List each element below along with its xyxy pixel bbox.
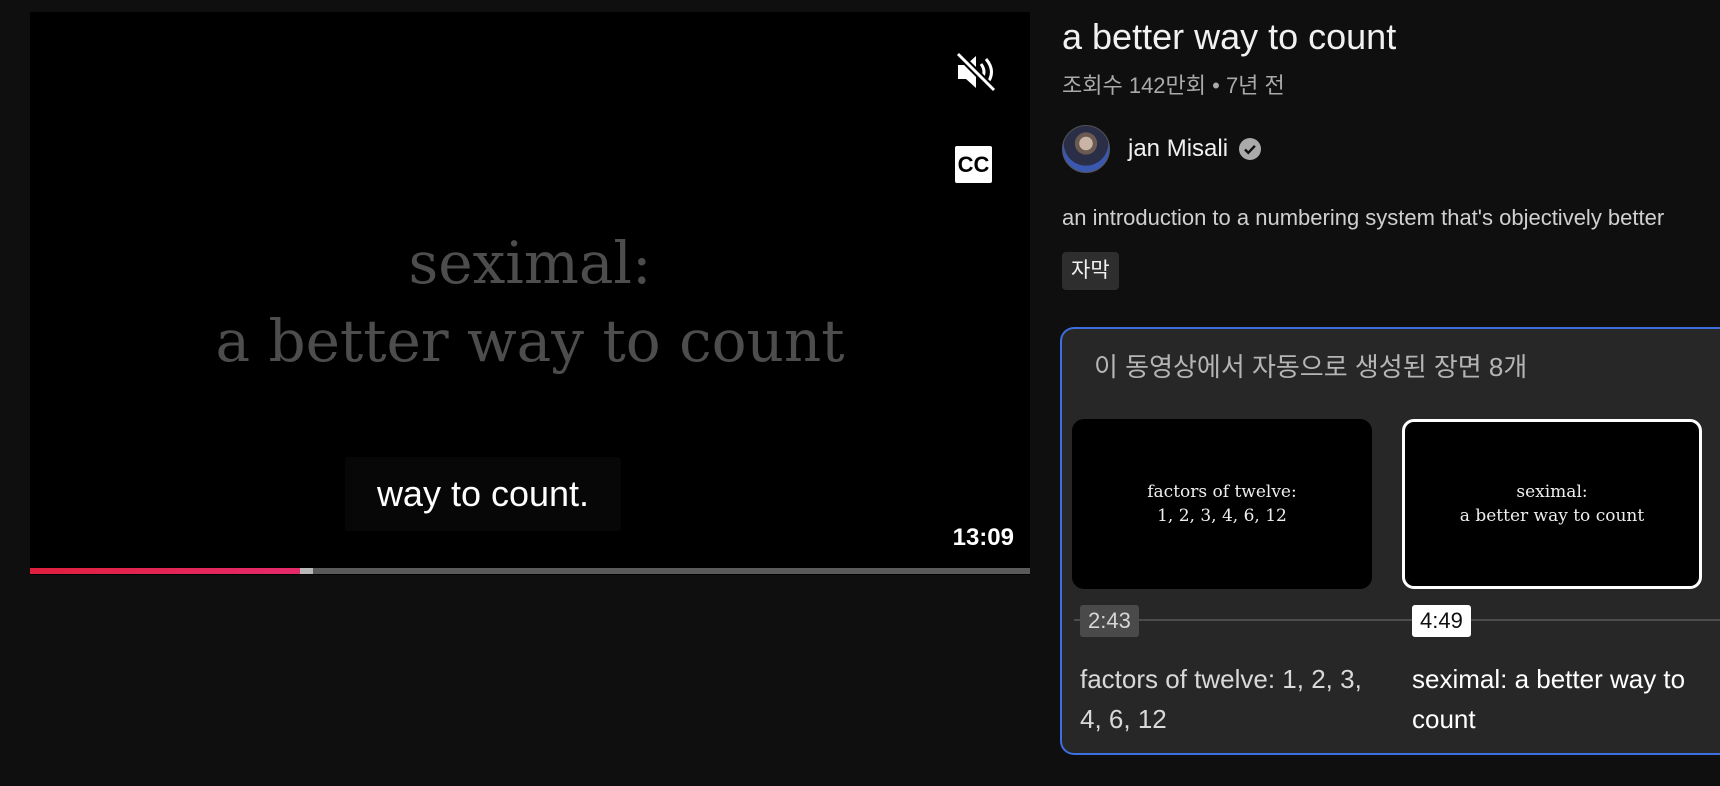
video-frame-text: seximal: a better way to count: [30, 224, 1030, 380]
chapter-title[interactable]: factors of twelve: 1, 2, 3, 4, 6, 12: [1080, 659, 1380, 739]
channel-name[interactable]: jan Misali: [1128, 135, 1228, 163]
verified-check-icon: [1239, 138, 1262, 160]
chapter-card-active[interactable]: seximal: a better way to count 4:49 sexi…: [1402, 419, 1702, 734]
chapter-thumbnail: factors of twelve: 1, 2, 3, 4, 6, 12: [1072, 419, 1372, 589]
chapter-thumbnail: seximal: a better way to count: [1402, 419, 1702, 589]
closed-captions-icon: CC: [957, 152, 990, 177]
chapters-timeline: [1074, 619, 1720, 621]
subtitles-chip[interactable]: 자막: [1062, 252, 1119, 290]
thumb-line-2: 1, 2, 3, 4, 6, 12: [1157, 506, 1287, 526]
chapters-panel: 이 동영상에서 자동으로 생성된 장면 8개 factors of twelve…: [1060, 327, 1720, 755]
video-player[interactable]: seximal: a better way to count CC way to…: [30, 12, 1030, 575]
thumb-line-2: a better way to count: [1459, 506, 1645, 526]
mute-button[interactable]: [950, 46, 1002, 98]
closed-captions-button[interactable]: CC: [955, 146, 992, 183]
thumb-line-1: seximal:: [1516, 482, 1588, 502]
chapter-timestamp[interactable]: 4:49: [1412, 605, 1471, 637]
chapters-header: 이 동영상에서 자동으로 생성된 장면 8개: [1094, 352, 1528, 382]
subtitle-caption: way to count.: [345, 457, 621, 531]
chapter-timestamp[interactable]: 2:43: [1080, 605, 1139, 637]
video-duration: 13:09: [952, 524, 1014, 551]
frame-line-1: seximal:: [408, 229, 652, 297]
volume-muted-icon: [955, 51, 997, 93]
video-meta: 조회수 142만회 • 7년 전: [1062, 73, 1285, 98]
frame-line-2: a better way to count: [215, 307, 845, 375]
thumb-line-1: factors of twelve:: [1147, 482, 1297, 502]
video-description: an introduction to a numbering system th…: [1062, 205, 1665, 230]
avatar[interactable]: [1062, 125, 1110, 173]
progress-bar[interactable]: [30, 568, 1030, 574]
chapter-card[interactable]: factors of twelve: 1, 2, 3, 4, 6, 12 2:4…: [1072, 419, 1372, 734]
video-title: a better way to count: [1062, 16, 1397, 57]
progress-played: [30, 568, 300, 574]
chapter-title[interactable]: seximal: a better way to count: [1412, 659, 1712, 739]
channel-row: jan Misali: [1062, 125, 1262, 173]
progress-buffered: [300, 568, 313, 574]
